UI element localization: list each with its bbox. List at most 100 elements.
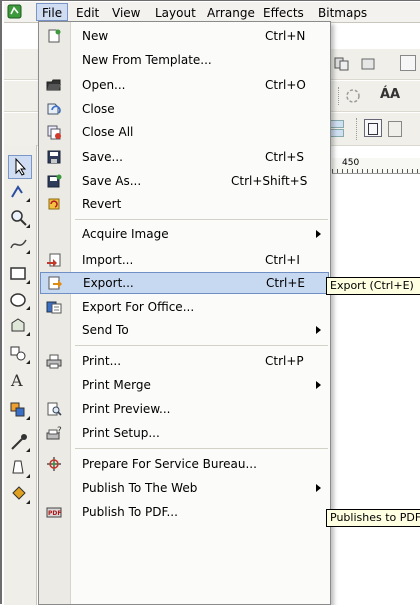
menu-item-send-to[interactable]: Send To bbox=[39, 319, 330, 341]
clipboard-icon[interactable] bbox=[360, 57, 376, 71]
menu-item-label: New bbox=[82, 29, 109, 43]
service-bureau-icon bbox=[47, 457, 61, 471]
submenu-arrow-icon bbox=[316, 230, 321, 238]
menu-item-import[interactable]: Import... Ctrl+I bbox=[39, 249, 330, 271]
shape-tool-icon[interactable] bbox=[8, 181, 30, 203]
menu-item-shortcut: Ctrl+Shift+S bbox=[231, 174, 308, 188]
close-document-icon bbox=[47, 103, 61, 115]
menu-item-new-from-template[interactable]: New From Template... bbox=[39, 49, 330, 71]
page-portrait-button[interactable] bbox=[364, 119, 382, 137]
submenu-arrow-icon bbox=[316, 381, 321, 389]
menu-item-close-all[interactable]: Close All bbox=[39, 121, 330, 143]
pdf-tooltip: Publishes to PDF bbox=[326, 509, 420, 527]
menu-effects[interactable]: Effects bbox=[263, 5, 304, 21]
menu-item-shortcut: Ctrl+E bbox=[266, 276, 305, 290]
menu-file[interactable]: File bbox=[36, 3, 69, 21]
menu-edit[interactable]: Edit bbox=[76, 5, 99, 21]
menu-item-shortcut: Ctrl+S bbox=[265, 150, 305, 164]
print-preview-icon bbox=[47, 402, 62, 416]
menu-item-label: Save As... bbox=[82, 174, 142, 188]
save-as-icon bbox=[47, 174, 62, 188]
file-menu: New Ctrl+N New From Template... Open... … bbox=[38, 21, 331, 605]
ruler-mark: 450 bbox=[342, 158, 360, 168]
menu-separator bbox=[75, 345, 328, 346]
menu-item-save[interactable]: Save... Ctrl+S bbox=[39, 146, 330, 168]
freehand-tool-icon[interactable] bbox=[8, 233, 30, 255]
menu-item-label: Print Setup... bbox=[82, 426, 160, 440]
menu-item-label: Save... bbox=[82, 150, 123, 164]
menu-arrange[interactable]: Arrange bbox=[207, 5, 255, 21]
menu-item-label: Export... bbox=[83, 276, 134, 290]
rectangle-tool-icon[interactable] bbox=[8, 263, 30, 285]
copy-icon[interactable] bbox=[334, 57, 350, 71]
svg-text:PDF: PDF bbox=[48, 510, 61, 517]
svg-text:?: ? bbox=[57, 426, 62, 436]
pdf-icon: PDF bbox=[46, 507, 62, 518]
text-tool-icon[interactable]: A bbox=[8, 369, 30, 391]
zoom-tool-icon[interactable] bbox=[8, 207, 30, 229]
ellipse-tool-icon[interactable] bbox=[8, 289, 30, 311]
export-tooltip: Export (Ctrl+E) bbox=[326, 277, 420, 295]
new-document-icon bbox=[48, 29, 61, 43]
menu-item-label: Print... bbox=[82, 354, 122, 368]
menu-item-label: Acquire Image bbox=[82, 227, 169, 241]
zoom-text-icon[interactable]: ÁA bbox=[380, 87, 400, 102]
pick-tool-icon[interactable] bbox=[8, 155, 32, 179]
menu-item-export[interactable]: Export... Ctrl+E bbox=[40, 272, 329, 294]
app-logo-icon[interactable] bbox=[7, 4, 22, 19]
menu-item-shortcut: Ctrl+O bbox=[265, 78, 306, 92]
toolbox: A bbox=[4, 145, 37, 605]
menu-item-label: Send To bbox=[82, 323, 129, 337]
menu-item-label: New From Template... bbox=[82, 53, 212, 67]
menu-separator bbox=[75, 448, 328, 449]
menu-item-label: Publish To PDF... bbox=[82, 505, 178, 519]
menu-item-shortcut: Ctrl+P bbox=[265, 354, 304, 368]
basic-shapes-tool-icon[interactable] bbox=[8, 343, 30, 365]
menu-item-save-as[interactable]: Save As... Ctrl+Shift+S bbox=[39, 170, 330, 192]
menu-item-revert[interactable]: Revert bbox=[39, 193, 330, 215]
menu-item-new[interactable]: New Ctrl+N bbox=[39, 25, 330, 47]
menu-item-publish-to-the-web[interactable]: Publish To The Web bbox=[39, 477, 330, 499]
menu-item-print-merge[interactable]: Print Merge bbox=[39, 374, 330, 396]
menu-item-label: Publish To The Web bbox=[82, 481, 198, 495]
menu-item-print-preview[interactable]: Print Preview... bbox=[39, 398, 330, 420]
app-window: ÁA 450 A File Edit View Layout Arrange E… bbox=[0, 0, 420, 605]
menu-item-shortcut: Ctrl+N bbox=[265, 29, 306, 43]
menu-item-label: Revert bbox=[82, 197, 122, 211]
menu-item-label: Open... bbox=[82, 78, 126, 92]
menu-item-print[interactable]: Print... Ctrl+P bbox=[39, 350, 330, 372]
menu-item-label: Prepare For Service Bureau... bbox=[82, 457, 257, 471]
menu-item-prepare-for-service-bureau[interactable]: Prepare For Service Bureau... bbox=[39, 453, 330, 475]
menu-bitmaps[interactable]: Bitmaps bbox=[318, 5, 367, 21]
menu-item-acquire-image[interactable]: Acquire Image bbox=[39, 223, 330, 245]
menu-item-print-setup[interactable]: ? Print Setup... bbox=[39, 422, 330, 444]
print-icon bbox=[46, 354, 62, 369]
menu-item-open[interactable]: Open... Ctrl+O bbox=[39, 74, 330, 96]
menu-separator bbox=[75, 219, 328, 220]
outline-tool-icon[interactable] bbox=[8, 457, 30, 479]
menu-item-close[interactable]: Close bbox=[39, 98, 330, 120]
menu-layout[interactable]: Layout bbox=[155, 5, 196, 21]
menu-item-label: Close bbox=[82, 102, 115, 116]
eyedropper-tool-icon[interactable] bbox=[8, 431, 30, 453]
fill-tool-icon[interactable] bbox=[8, 483, 30, 505]
print-setup-icon: ? bbox=[46, 426, 62, 440]
save-icon bbox=[47, 150, 61, 164]
close-all-icon bbox=[47, 125, 61, 140]
polygon-tool-icon[interactable] bbox=[8, 315, 30, 337]
submenu-arrow-icon bbox=[316, 484, 321, 492]
submenu-arrow-icon bbox=[316, 326, 321, 334]
interactive-tool-icon[interactable] bbox=[8, 399, 30, 421]
menu-item-publish-to-pdf[interactable]: PDF Publish To PDF... bbox=[39, 501, 330, 523]
export-icon bbox=[48, 276, 62, 290]
toolbar-grip bbox=[338, 87, 340, 105]
menu-item-shortcut: Ctrl+I bbox=[265, 253, 300, 267]
spinner-buttons[interactable] bbox=[330, 120, 344, 138]
menu-item-label: Import... bbox=[82, 253, 134, 267]
menu-view[interactable]: View bbox=[112, 5, 140, 21]
app-button[interactable] bbox=[400, 55, 416, 71]
rotate-icon[interactable] bbox=[345, 88, 361, 104]
toolbar-grip bbox=[356, 118, 358, 140]
menu-item-export-for-office[interactable]: Export For Office... bbox=[39, 296, 330, 318]
page-landscape-button[interactable] bbox=[388, 121, 402, 137]
